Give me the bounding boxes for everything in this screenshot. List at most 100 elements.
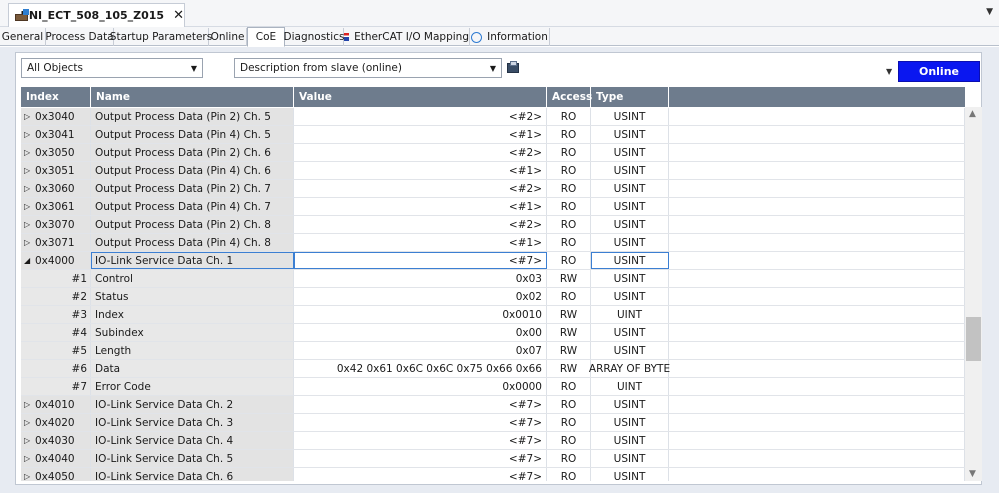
online-button[interactable]: Online (898, 61, 980, 82)
cell-value[interactable]: 0x42 0x61 0x6C 0x6C 0x75 0x66 0x66 (294, 360, 547, 377)
cell-value[interactable]: <#7> (294, 432, 547, 449)
column-header-value[interactable]: Value (294, 87, 547, 107)
table-row[interactable]: ▷ 0x3060 Output Process Data (Pin 2) Ch. 7… (21, 180, 965, 198)
tab-information[interactable]: Information (470, 28, 550, 46)
cell-value[interactable]: <#7> (294, 252, 547, 269)
cell-name: Subindex (91, 324, 294, 341)
cell-value[interactable]: <#1> (294, 126, 547, 143)
cell-value[interactable]: <#7> (294, 450, 547, 467)
table-row[interactable]: ▷ 0x3070 Output Process Data (Pin 2) Ch. 8… (21, 216, 965, 234)
expand-triangle-icon[interactable]: ▷ (24, 238, 35, 247)
table-row[interactable]: #5 Length 0x07 RW USINT (21, 342, 965, 360)
cell-access: RO (547, 162, 591, 179)
index-text: 0x4020 (35, 416, 75, 429)
value-text: <#2> (508, 218, 542, 231)
info-circle-icon (471, 31, 483, 43)
object-filter-dropdown[interactable]: All Objects ▼ (21, 58, 203, 78)
tab-diagnostics[interactable]: Diagnostics (284, 28, 344, 46)
table-row[interactable]: ▷ 0x3041 Output Process Data (Pin 4) Ch. 5… (21, 126, 965, 144)
index-text: #3 (71, 308, 87, 321)
table-row[interactable]: ▷ 0x3071 Output Process Data (Pin 4) Ch. 8… (21, 234, 965, 252)
cell-value[interactable]: 0x00 (294, 324, 547, 341)
cell-value[interactable]: <#1> (294, 198, 547, 215)
type-text: USINT (613, 218, 646, 231)
index-text: #4 (71, 326, 87, 339)
scrollbar-thumb[interactable] (966, 317, 981, 361)
scroll-down-icon[interactable]: ▼ (969, 469, 976, 479)
cell-name: Output Process Data (Pin 2) Ch. 6 (91, 144, 294, 161)
cell-filler (669, 126, 965, 143)
vertical-scrollbar[interactable]: ▲ ▼ (965, 107, 982, 481)
table-row[interactable]: ▷ 0x3061 Output Process Data (Pin 4) Ch. 7… (21, 198, 965, 216)
table-row[interactable]: ▷ 0x4010 IO-Link Service Data Ch. 2 <#7> RO U… (21, 396, 965, 414)
cell-index: #7 (21, 378, 91, 395)
expand-triangle-icon[interactable]: ▷ (24, 400, 35, 409)
table-row[interactable]: ▷ 0x4020 IO-Link Service Data Ch. 3 <#7> RO U… (21, 414, 965, 432)
expand-triangle-icon[interactable]: ▷ (24, 130, 35, 139)
column-header-index[interactable]: Index (21, 87, 91, 107)
scroll-up-icon[interactable]: ▲ (969, 109, 976, 119)
type-text: USINT (613, 452, 646, 465)
expand-triangle-icon[interactable]: ▷ (24, 472, 35, 481)
table-row[interactable]: ▷ 0x4040 IO-Link Service Data Ch. 5 <#7> RO U… (21, 450, 965, 468)
cell-access: RO (547, 450, 591, 467)
tab-process-data[interactable]: Process Data (45, 28, 114, 46)
cell-value[interactable]: 0x0010 (294, 306, 547, 323)
table-row[interactable]: ▷ 0x4050 IO-Link Service Data Ch. 6 <#7> RO U… (21, 468, 965, 481)
table-row[interactable]: #4 Subindex 0x00 RW USINT (21, 324, 965, 342)
column-header-name[interactable]: Name (91, 87, 294, 107)
expand-triangle-icon[interactable]: ▷ (24, 454, 35, 463)
table-row[interactable]: ▷ 0x3040 Output Process Data (Pin 2) Ch. 5… (21, 108, 965, 126)
expand-triangle-icon[interactable]: ▷ (24, 148, 35, 157)
cell-name: Output Process Data (Pin 2) Ch. 7 (91, 180, 294, 197)
cell-value[interactable]: <#7> (294, 468, 547, 481)
cell-value[interactable]: <#2> (294, 216, 547, 233)
cell-value[interactable]: <#1> (294, 162, 547, 179)
expand-triangle-icon[interactable]: ▷ (24, 112, 35, 121)
cell-value[interactable]: <#2> (294, 108, 547, 125)
cell-value[interactable]: 0x03 (294, 270, 547, 287)
expand-triangle-icon[interactable]: ▷ (24, 436, 35, 445)
save-to-disk-icon[interactable] (507, 61, 520, 73)
table-row[interactable]: #1 Control 0x03 RW USINT (21, 270, 965, 288)
table-row[interactable]: ◢ 0x4000 IO-Link Service Data Ch. 1 <#7> RO U… (21, 252, 965, 270)
sort-down-icon[interactable]: ▼ (886, 67, 892, 76)
access-text: RO (560, 200, 577, 213)
type-text: USINT (613, 326, 646, 339)
tab-startup-parameters[interactable]: Startup Parameters (110, 28, 212, 46)
table-row[interactable]: ▷ 0x4030 IO-Link Service Data Ch. 4 <#7> RO U… (21, 432, 965, 450)
tab-coe[interactable]: CoE (247, 27, 285, 47)
column-header-type[interactable]: Type (591, 87, 669, 107)
table-row[interactable]: #7 Error Code 0x0000 RO UINT (21, 378, 965, 396)
table-row[interactable]: #6 Data 0x42 0x61 0x6C 0x6C 0x75 0x66 0x66… (21, 360, 965, 378)
expand-triangle-icon[interactable]: ▷ (24, 166, 35, 175)
table-row[interactable]: #3 Index 0x0010 RW UINT (21, 306, 965, 324)
tab-list-dropdown-icon[interactable]: ▼ (986, 7, 993, 17)
expand-triangle-icon[interactable]: ▷ (24, 220, 35, 229)
column-header-access[interactable]: Access (547, 87, 592, 107)
document-tab[interactable]: BNI_ECT_508_105_Z015 ✕ (8, 3, 185, 27)
cell-value[interactable]: 0x0000 (294, 378, 547, 395)
table-row[interactable]: ▷ 0x3050 Output Process Data (Pin 2) Ch. 6… (21, 144, 965, 162)
cell-value[interactable]: <#2> (294, 180, 547, 197)
expand-triangle-icon[interactable]: ▷ (24, 184, 35, 193)
expand-triangle-icon[interactable]: ▷ (24, 202, 35, 211)
expand-triangle-icon[interactable]: ▷ (24, 418, 35, 427)
close-icon[interactable]: ✕ (173, 8, 184, 23)
description-filter-dropdown[interactable]: Description from slave (online) ▼ (234, 58, 502, 78)
cell-value[interactable]: <#2> (294, 144, 547, 161)
cell-access: RO (547, 396, 591, 413)
cell-index: ▷ 0x3041 (21, 126, 91, 143)
tab-general[interactable]: General (0, 28, 46, 46)
cell-value[interactable]: 0x02 (294, 288, 547, 305)
cell-value[interactable]: 0x07 (294, 342, 547, 359)
tab-online[interactable]: Online (209, 28, 247, 46)
tab-ethercat-io-mapping[interactable]: EtherCAT I/O Mapping (344, 28, 470, 46)
cell-value[interactable]: <#1> (294, 234, 547, 251)
access-text: RO (560, 182, 577, 195)
table-row[interactable]: #2 Status 0x02 RO USINT (21, 288, 965, 306)
cell-value[interactable]: <#7> (294, 414, 547, 431)
table-row[interactable]: ▷ 0x3051 Output Process Data (Pin 4) Ch. 6… (21, 162, 965, 180)
collapse-triangle-icon[interactable]: ◢ (24, 256, 35, 265)
cell-value[interactable]: <#7> (294, 396, 547, 413)
